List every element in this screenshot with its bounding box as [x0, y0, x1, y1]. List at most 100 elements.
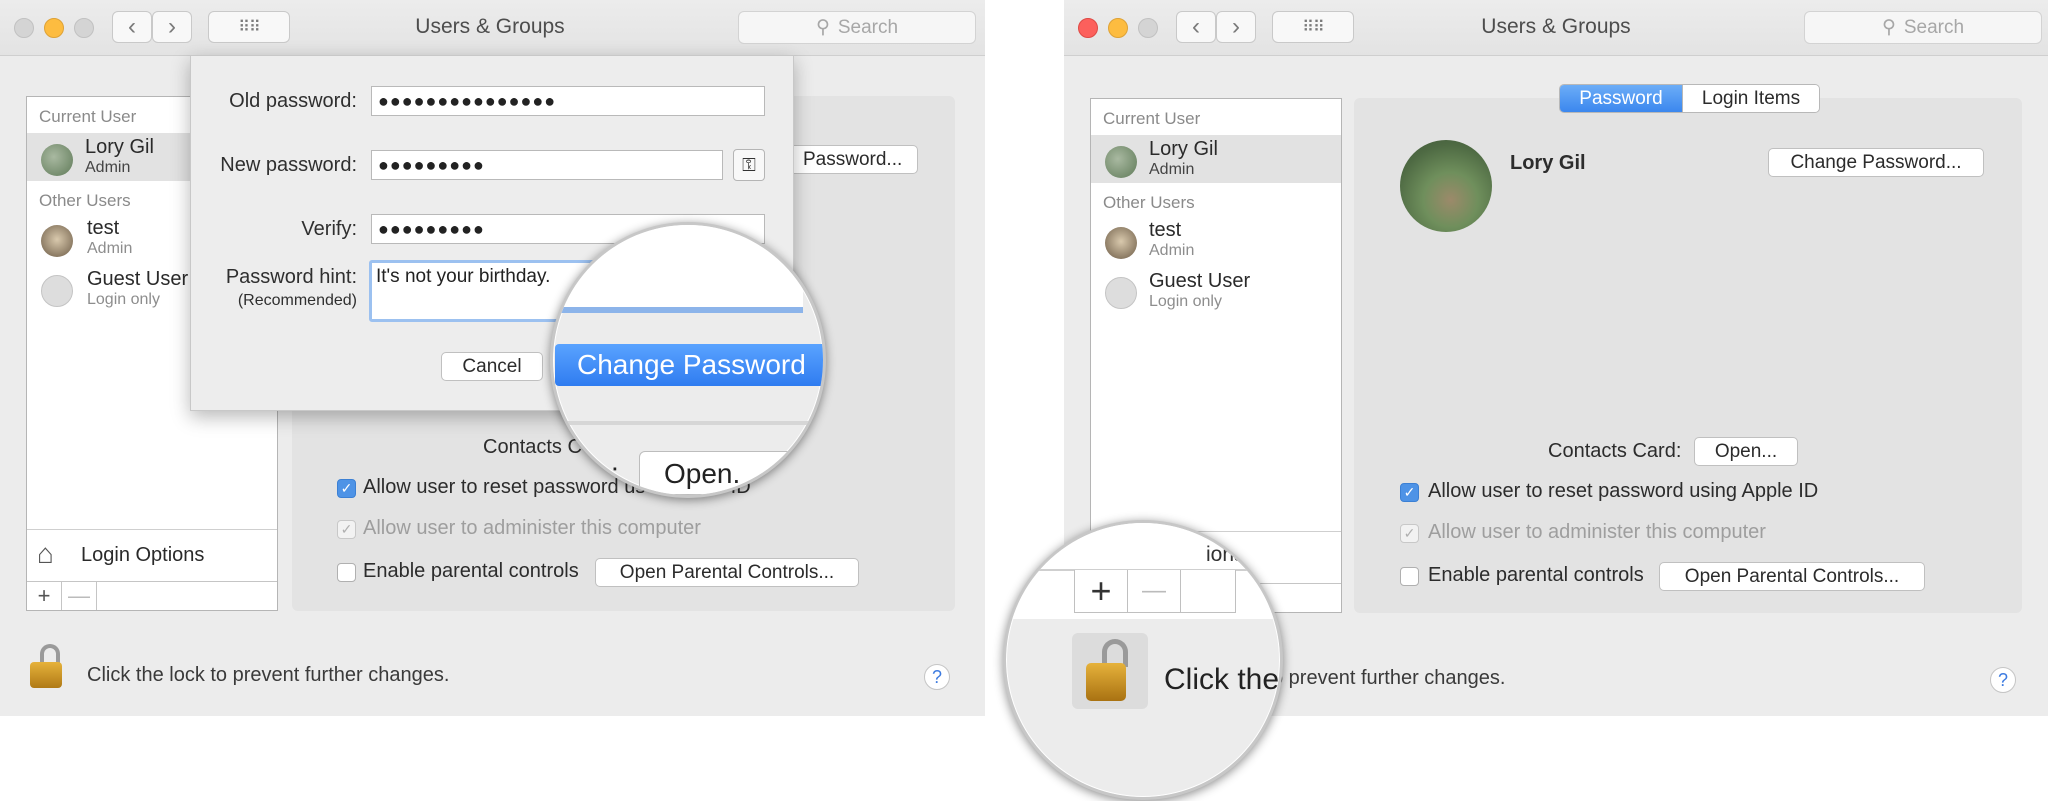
change-password-button[interactable]: Change Password... — [1768, 148, 1984, 177]
chevron-right-icon: › — [168, 13, 176, 40]
chevron-left-icon: ‹ — [128, 13, 136, 40]
search-placeholder: Search — [1903, 16, 1965, 38]
search-icon: ⚲ — [815, 17, 830, 38]
current-user-header: Current User — [1103, 109, 1201, 128]
left-titlebar: ‹ › ⠿⠿ Users & Groups ⚲ Search — [0, 0, 985, 56]
tab-login-items[interactable]: Login Items — [1682, 85, 1819, 112]
help-button[interactable]: ? — [924, 664, 950, 690]
back-button[interactable]: ‹ — [112, 11, 152, 43]
left-window: ‹ › ⠿⠿ Users & Groups ⚲ Search Current U… — [0, 0, 985, 716]
mag-open-label: Open. — [664, 458, 741, 489]
user-avatar — [41, 144, 73, 176]
allow-reset-checkbox[interactable]: ✓ — [1400, 483, 1419, 502]
allow-admin-label: Allow user to administer this computer — [1428, 521, 1766, 543]
lock-text: Click the lock to prevent further change… — [87, 664, 450, 686]
current-user-header: Current User — [39, 107, 137, 126]
magnifier-change-password: Change Password : Open. — [550, 222, 826, 498]
parental-controls-checkbox[interactable] — [1400, 567, 1419, 586]
password-hint-sub: (Recommended) — [237, 292, 357, 309]
add-remove-bar: + — — [27, 581, 277, 610]
user-name-guest[interactable]: Guest User — [87, 268, 188, 291]
search-icon: ⚲ — [1881, 17, 1896, 38]
chevron-left-icon: ‹ — [1192, 13, 1200, 40]
guest-avatar — [1105, 277, 1137, 309]
minimize-light[interactable] — [44, 18, 64, 38]
user-full-name: Lory Gil — [1510, 152, 1586, 174]
user-role-guest: Login only — [87, 291, 160, 308]
other-users-header: Other Users — [1103, 193, 1195, 212]
back-button[interactable]: ‹ — [1176, 11, 1216, 43]
open-contacts-button[interactable]: Open... — [1694, 437, 1798, 466]
window-title: Users & Groups — [415, 15, 565, 38]
show-all-button[interactable]: ⠿⠿ — [1272, 11, 1354, 43]
user-role: Admin — [85, 159, 131, 176]
user-role-test: Admin — [87, 240, 133, 257]
user-name-test[interactable]: test — [87, 217, 119, 240]
search-field[interactable]: ⚲ Search — [1804, 11, 2042, 44]
user-photo[interactable] — [1400, 140, 1492, 232]
old-password-label: Old password: — [229, 90, 357, 112]
login-options-row[interactable]: ⌂ Login Options — [27, 529, 277, 580]
user-name: Lory Gil — [1149, 138, 1218, 160]
user-avatar — [1105, 146, 1137, 178]
add-user-button[interactable]: + — [27, 582, 62, 610]
guest-avatar — [41, 275, 73, 307]
lock-icon[interactable] — [26, 640, 76, 692]
right-titlebar: ‹ › ⠿⠿ Users & Groups ⚲ Search — [1064, 0, 2048, 56]
mag-hint-field-edge — [553, 225, 803, 313]
password-hint-label: Password hint: — [225, 266, 357, 288]
mag-change-password-button[interactable]: Change Password — [555, 344, 823, 386]
other-users-header: Other Users — [39, 191, 131, 210]
mag-lock-icon[interactable] — [1072, 633, 1148, 709]
mag-add-button[interactable]: + — [1075, 570, 1128, 612]
forward-button[interactable]: › — [152, 11, 192, 43]
mag-change-password-label: Change Password — [577, 349, 806, 380]
user-name-guest[interactable]: Guest User — [1149, 270, 1250, 293]
allow-reset-label: Allow user to reset password using Apple… — [1428, 480, 1819, 502]
mag-open-button[interactable]: Open. — [639, 451, 799, 495]
open-parental-controls-button[interactable]: Open Parental Controls... — [595, 558, 859, 587]
search-placeholder: Search — [837, 16, 899, 38]
user-role-test: Admin — [1149, 242, 1195, 259]
open-parental-controls-button[interactable]: Open Parental Controls... — [1659, 562, 1925, 591]
user-role-guest: Login only — [1149, 293, 1222, 310]
user-name-test[interactable]: test — [1149, 219, 1181, 242]
zoom-light[interactable] — [1138, 18, 1158, 38]
mag-dialog-bottom — [553, 421, 823, 425]
grid-icon: ⠿⠿ — [1302, 19, 1324, 36]
mag-lock-text: Click the — [1164, 663, 1280, 696]
close-light[interactable] — [1078, 18, 1098, 38]
mag-partial-colon: : — [611, 457, 619, 488]
contacts-card-label: Contacts C — [483, 436, 582, 458]
grid-icon: ⠿⠿ — [238, 19, 260, 36]
forward-button[interactable]: › — [1216, 11, 1256, 43]
minimize-light[interactable] — [1108, 18, 1128, 38]
password-hint-value: It's not your birthday. — [376, 266, 551, 287]
contacts-card-label: Contacts Card: — [1548, 440, 1682, 462]
allow-admin-label: Allow user to administer this computer — [363, 517, 701, 539]
help-button[interactable]: ? — [1990, 667, 2016, 693]
new-password-field[interactable]: ●●●●●●●●● — [371, 150, 723, 180]
right-detail-pane: Password Login Items Lory Gil Change Pas… — [1354, 84, 2022, 613]
zoom-light[interactable] — [74, 18, 94, 38]
login-options-label: Login Options — [81, 544, 205, 566]
parental-controls-checkbox[interactable] — [337, 563, 356, 582]
old-password-field[interactable]: ●●●●●●●●●●●●●●● — [371, 86, 765, 116]
parental-controls-label: Enable parental controls — [1428, 564, 1644, 586]
password-assistant-button[interactable]: ⚿ — [733, 149, 765, 181]
allow-reset-checkbox[interactable]: ✓ — [337, 479, 356, 498]
search-field[interactable]: ⚲ Search — [738, 11, 976, 44]
chevron-right-icon: › — [1232, 13, 1240, 40]
tab-bar: Password Login Items — [1559, 84, 1820, 113]
mag-plus-minus-bar: + — — [1074, 570, 1236, 613]
show-all-button[interactable]: ⠿⠿ — [208, 11, 290, 43]
owl-avatar — [1105, 227, 1137, 259]
new-password-label: New password: — [220, 154, 357, 176]
user-role: Admin — [1149, 161, 1195, 178]
key-icon: ⚿ — [742, 154, 756, 175]
remove-user-button[interactable]: — — [62, 582, 97, 610]
cancel-button[interactable]: Cancel — [441, 352, 543, 381]
close-light[interactable] — [14, 18, 34, 38]
mag-remove-button[interactable]: — — [1128, 570, 1181, 612]
tab-password[interactable]: Password — [1560, 85, 1682, 112]
